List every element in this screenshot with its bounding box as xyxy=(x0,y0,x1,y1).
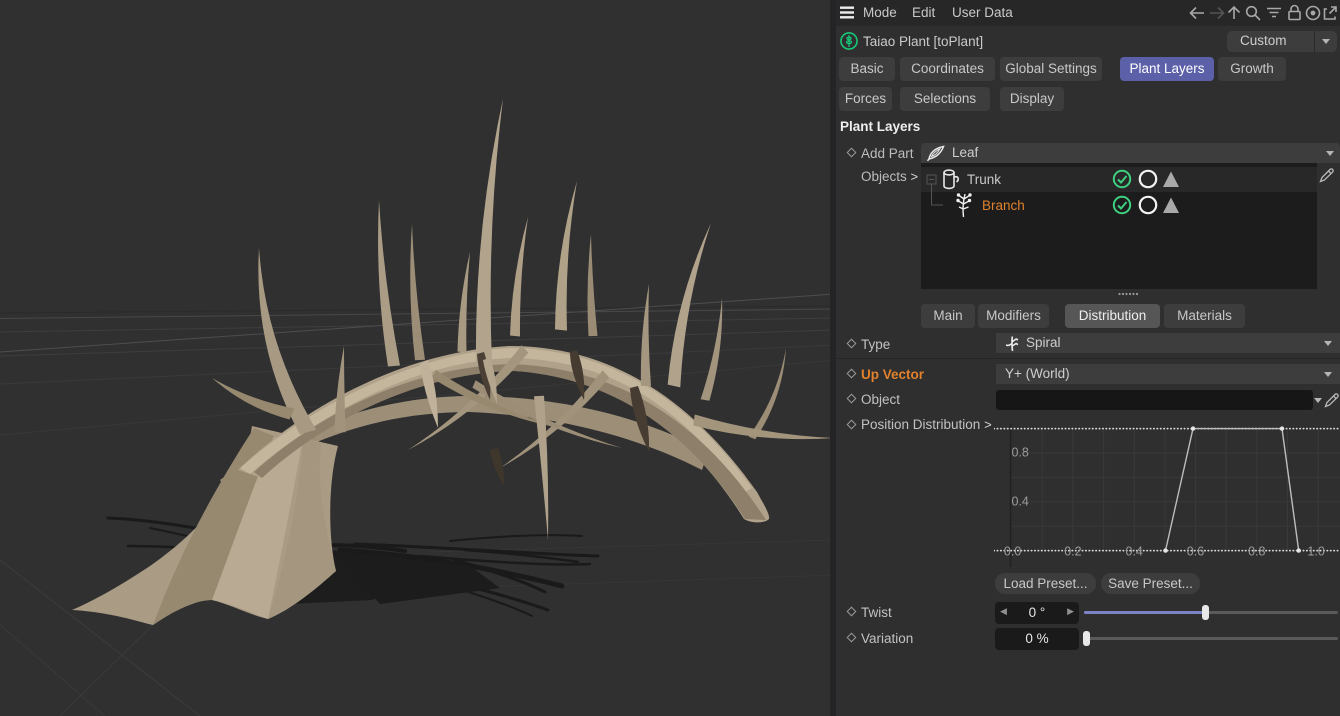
svg-text:0.4: 0.4 xyxy=(1012,494,1029,508)
svg-text:0.4: 0.4 xyxy=(1126,544,1143,558)
svg-text:0.2: 0.2 xyxy=(1064,544,1081,558)
svg-text:1.0: 1.0 xyxy=(1307,544,1324,558)
svg-text:0.6: 0.6 xyxy=(1187,544,1204,558)
svg-text:0.0: 0.0 xyxy=(1004,544,1021,558)
svg-text:0.8: 0.8 xyxy=(1012,446,1029,460)
svg-text:0.8: 0.8 xyxy=(1248,544,1265,558)
